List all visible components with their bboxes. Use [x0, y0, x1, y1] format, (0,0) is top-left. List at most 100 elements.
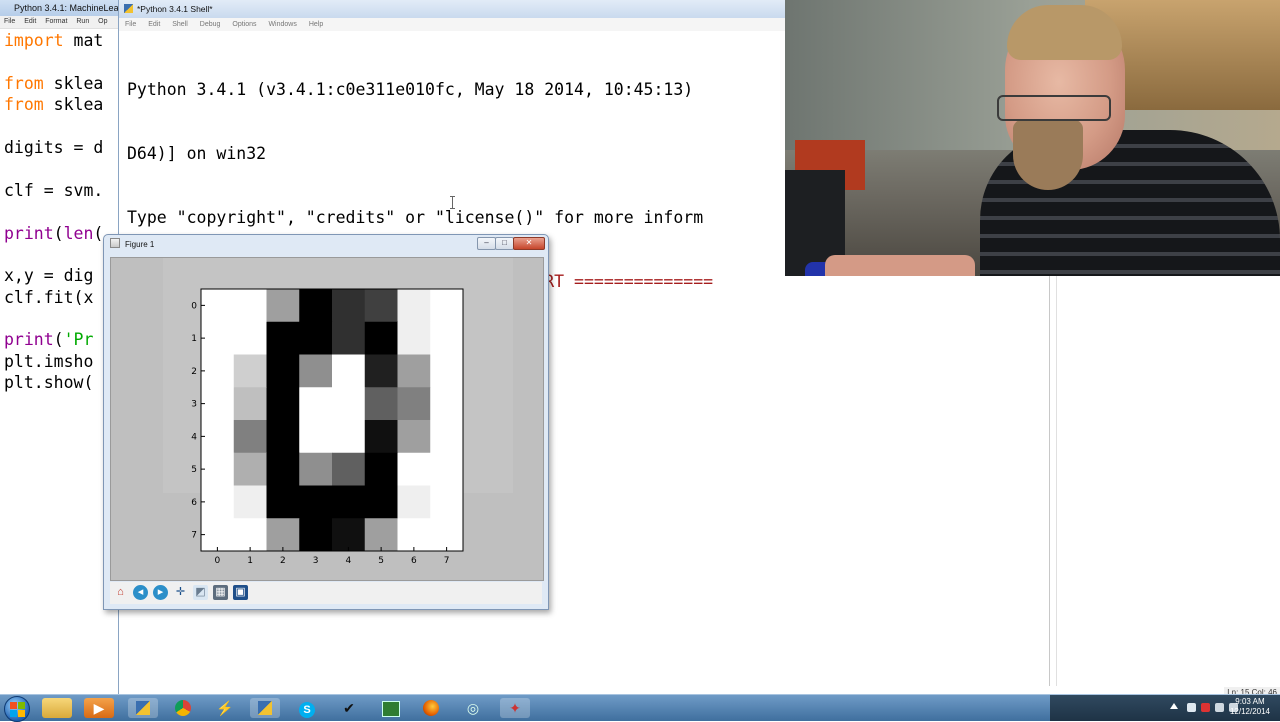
configure-icon[interactable]: ▦ — [213, 585, 228, 600]
tray-app-icon[interactable] — [1187, 703, 1196, 712]
code-line: from sklea — [4, 73, 103, 94]
editor-menu-file[interactable]: File — [4, 18, 15, 25]
game-icon[interactable]: ✦ — [500, 698, 530, 718]
editor-menu-format[interactable]: Format — [45, 18, 67, 25]
text-cursor-icon — [450, 196, 455, 209]
maximize-button[interactable]: □ — [495, 237, 514, 250]
globe-icon[interactable]: ◎ — [458, 698, 488, 718]
file-manager-icon[interactable] — [376, 698, 406, 718]
close-button[interactable]: ✕ — [513, 237, 545, 250]
shell-menu-help[interactable]: Help — [309, 21, 323, 28]
firefox-icon[interactable] — [416, 698, 446, 718]
windows-logo-icon — [18, 702, 25, 709]
chrome-icon[interactable] — [168, 698, 198, 718]
shell-menu-edit[interactable]: Edit — [148, 21, 160, 28]
shell-menu-options[interactable]: Options — [232, 21, 256, 28]
heatmap-cell — [430, 452, 464, 486]
code-token: ( — [53, 330, 64, 350]
editor-menu-edit[interactable]: Edit — [24, 18, 36, 25]
heatmap-cell — [201, 518, 235, 552]
heatmap-cell — [201, 452, 235, 486]
x-tick-label: 3 — [313, 556, 319, 566]
heatmap-cell — [332, 387, 366, 421]
python-idle-icon[interactable] — [128, 698, 158, 718]
forward-icon[interactable]: ▸ — [153, 585, 168, 600]
minimize-button[interactable]: – — [477, 237, 496, 250]
code-line: print('Pr — [4, 329, 103, 350]
python-icon — [124, 4, 133, 13]
start-button[interactable] — [4, 696, 30, 722]
tray-clock[interactable]: 9:03 AM 12/12/2014 — [1230, 697, 1270, 717]
y-tick-label: 3 — [191, 400, 197, 410]
heatmap-cell — [332, 289, 366, 323]
code-token: plt.imsho — [4, 351, 94, 371]
y-tick-label: 6 — [191, 498, 197, 508]
code-token: len — [63, 223, 94, 243]
home-icon[interactable]: ⌂ — [113, 585, 128, 600]
code-line: print(len( — [4, 223, 103, 244]
pan-icon[interactable]: ✛ — [173, 585, 188, 600]
editor-menu-options[interactable]: Op — [98, 18, 107, 25]
code-token: x,y = dig — [4, 266, 94, 286]
heatmap-cell — [332, 354, 366, 388]
webcam-overlay — [785, 0, 1280, 276]
code-token: ( — [93, 223, 104, 243]
heatmap-cell — [364, 485, 398, 519]
heatmap-cell — [397, 518, 431, 552]
zoom-icon[interactable]: ◩ — [193, 585, 208, 600]
shell-menu-shell[interactable]: Shell — [172, 21, 188, 28]
heatmap-cell — [299, 485, 333, 519]
webcam-hand — [825, 255, 975, 276]
editor-menu-run[interactable]: Run — [76, 18, 89, 25]
tray-flag-icon[interactable] — [1201, 703, 1210, 712]
webcam-person-glasses — [997, 95, 1111, 121]
heatmap-cell — [266, 518, 300, 552]
shell-menu-debug[interactable]: Debug — [200, 21, 221, 28]
figure-canvas[interactable]: 0 1 2 3 4 5 6 7 0 1 2 3 4 5 6 7 — [110, 257, 544, 581]
taskbar: ▶ ⚡ S ✔ ◎ ✦ 9:03 AM 12/12/2014 — [0, 694, 1280, 722]
heatmap-cell — [332, 420, 366, 454]
heatmap-cell — [364, 387, 398, 421]
editor-code[interactable]: import mat from sklea from sklea digits = d… — [4, 30, 103, 394]
shell-line: Type "copyright", "credits" or "license(… — [127, 208, 704, 228]
heatmap-cell — [201, 354, 235, 388]
heatmap-cell — [332, 321, 366, 355]
heatmap-cell — [430, 485, 464, 519]
back-icon[interactable]: ◂ — [133, 585, 148, 600]
editor-window[interactable]: Python 3.4.1: MachineLearnin File Edit F… — [0, 0, 120, 700]
windows-logo-icon — [10, 710, 17, 717]
heatmap-cell — [201, 387, 235, 421]
heatmap-cell — [233, 485, 267, 519]
heatmap-cell — [201, 485, 235, 519]
clock-date: 12/12/2014 — [1229, 707, 1270, 716]
heatmap-cell — [430, 321, 464, 355]
shell-menu-file[interactable]: File — [125, 21, 136, 28]
figure-window[interactable]: Figure 1 – □ ✕ 0 1 2 3 4 5 6 7 0 1 2 3 4 5 6 7 ⌂ ◂ ▸ ✛ … — [103, 234, 549, 610]
heatmap-cell — [266, 354, 300, 388]
save-icon[interactable]: ▣ — [233, 585, 248, 600]
heatmap-cell — [397, 452, 431, 486]
app-v-icon[interactable]: ✔ — [334, 698, 364, 718]
skype-icon[interactable]: S — [292, 698, 322, 718]
show-hidden-icons-icon[interactable] — [1170, 703, 1178, 709]
heatmap-cell — [266, 289, 300, 323]
code-token: plt.show( — [4, 373, 94, 393]
shell-line: D64)] on win32 — [127, 144, 267, 164]
code-token: mat — [63, 31, 104, 50]
python-idle-2-icon[interactable] — [250, 698, 280, 718]
code-token: clf = svm. — [4, 180, 104, 200]
explorer-icon[interactable] — [42, 698, 72, 718]
heatmap-cell — [266, 321, 300, 355]
heatmap-cell — [430, 354, 464, 388]
x-tick-label: 5 — [378, 556, 384, 566]
code-line: from sklea — [4, 94, 103, 115]
clock-time: 9:03 AM — [1235, 697, 1265, 706]
media-player-icon[interactable]: ▶ — [84, 698, 114, 718]
network-icon[interactable] — [1215, 703, 1224, 712]
code-token: digits = d — [4, 137, 104, 157]
app-icon[interactable]: ⚡ — [210, 698, 240, 718]
shell-menu-windows[interactable]: Windows — [268, 21, 296, 28]
heatmap-cell — [364, 321, 398, 355]
